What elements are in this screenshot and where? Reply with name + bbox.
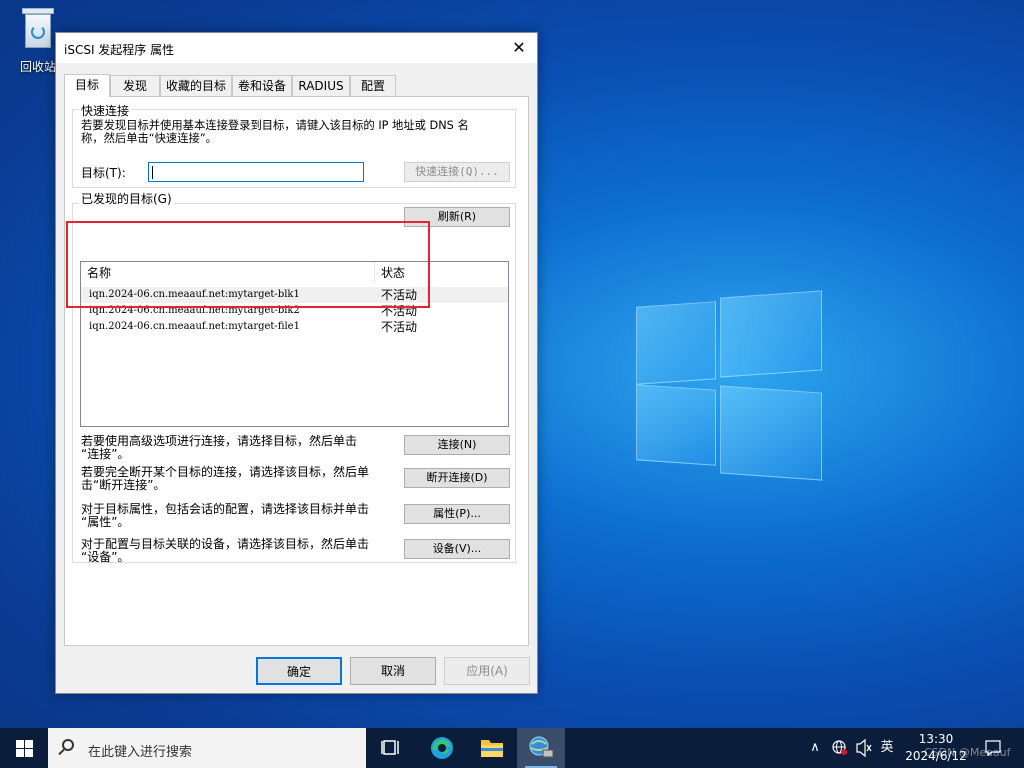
text-caret: [152, 166, 153, 179]
tab-radius[interactable]: RADIUS: [292, 75, 350, 96]
tab-discovery[interactable]: 发现: [110, 75, 160, 96]
iscsi-initiator-taskbar-button[interactable]: [517, 728, 565, 768]
tab-volumes-devices[interactable]: 卷和设备: [232, 75, 292, 96]
cancel-button[interactable]: 取消: [350, 657, 436, 685]
quick-connect-description-cont: 称，然后单击“快速连接”。: [81, 132, 217, 145]
edge-taskbar-button[interactable]: [418, 728, 466, 768]
connect-description-cont: “连接”。: [81, 447, 130, 461]
task-view-button[interactable]: [368, 728, 416, 768]
properties-button[interactable]: 属性(P)...: [404, 504, 510, 524]
quick-connect-button[interactable]: 快速连接(Q)...: [404, 162, 510, 182]
devices-button[interactable]: 设备(V)...: [404, 539, 510, 559]
iscsi-properties-dialog: iSCSI 发起程序 属性 ✕ 目标 发现 收藏的目标 卷和设备 RADIUS …: [55, 32, 538, 694]
taskbar-search-box[interactable]: 在此键入进行搜索: [48, 728, 366, 768]
wallpaper-pane: [720, 290, 822, 378]
ok-button[interactable]: 确定: [256, 657, 342, 685]
wallpaper-pane: [636, 384, 716, 466]
search-icon: [62, 739, 74, 751]
title-bar[interactable]: iSCSI 发起程序 属性 ✕: [56, 33, 537, 63]
volume-button[interactable]: [852, 728, 874, 768]
wallpaper-pane: [636, 301, 716, 385]
devices-description-cont: “设备”。: [81, 550, 130, 564]
tray-overflow-chevron[interactable]: ∧: [804, 728, 826, 768]
edge-icon: [431, 737, 453, 759]
target-input[interactable]: [148, 162, 364, 182]
tab-targets[interactable]: 目标: [64, 74, 110, 97]
taskbar: 在此键入进行搜索 ∧ 英 13:30 2024/6/12: [0, 728, 1024, 768]
properties-description-cont: “属性”。: [81, 515, 130, 529]
tab-configuration[interactable]: 配置: [350, 75, 396, 96]
table-row[interactable]: iqn.2024-06.cn.meaauf.net:mytarget-file1…: [81, 319, 508, 335]
folder-icon: [481, 740, 503, 757]
targets-tab-panel: 快速连接 若要发现目标并使用基本连接登录到目标，请键入该目标的 IP 地址或 D…: [64, 96, 529, 646]
discovered-targets-group-title: 已发现的目标(G): [79, 190, 174, 207]
dialog-title: iSCSI 发起程序 属性: [64, 43, 175, 57]
target-status: 不活动: [381, 320, 418, 334]
disconnect-description-cont: 击“断开连接”。: [81, 478, 166, 492]
tab-favorite-targets[interactable]: 收藏的目标: [160, 75, 232, 96]
recycle-bin-icon: [21, 8, 55, 48]
search-placeholder: 在此键入进行搜索: [88, 745, 193, 760]
target-field-label: 目标(T):: [81, 166, 126, 180]
speaker-muted-icon: [856, 738, 872, 758]
iscsi-globe-icon: [529, 736, 554, 758]
network-globe-icon: [832, 740, 847, 755]
disconnect-button[interactable]: 断开连接(D): [404, 468, 510, 488]
windows-logo-wallpaper: [636, 290, 824, 481]
target-name: iqn.2024-06.cn.meaauf.net:mytarget-file1: [89, 321, 300, 332]
input-method-indicator[interactable]: 英: [876, 728, 898, 768]
file-explorer-taskbar-button[interactable]: [468, 728, 516, 768]
connect-button[interactable]: 连接(N): [404, 435, 510, 455]
network-status-button[interactable]: [828, 728, 850, 768]
apply-button[interactable]: 应用(A): [444, 657, 530, 685]
task-view-icon: [381, 740, 399, 755]
quick-connect-group-title: 快速连接: [79, 102, 132, 119]
quick-connect-description: 若要发现目标并使用基本连接登录到目标，请键入该目标的 IP 地址或 DNS 名: [81, 119, 469, 132]
start-button[interactable]: [0, 728, 48, 768]
wallpaper-pane: [720, 385, 822, 481]
close-icon[interactable]: ✕: [505, 35, 533, 61]
watermark: CSDN @Meaauf: [924, 746, 1011, 759]
highlight-annotation-box: [66, 221, 430, 308]
